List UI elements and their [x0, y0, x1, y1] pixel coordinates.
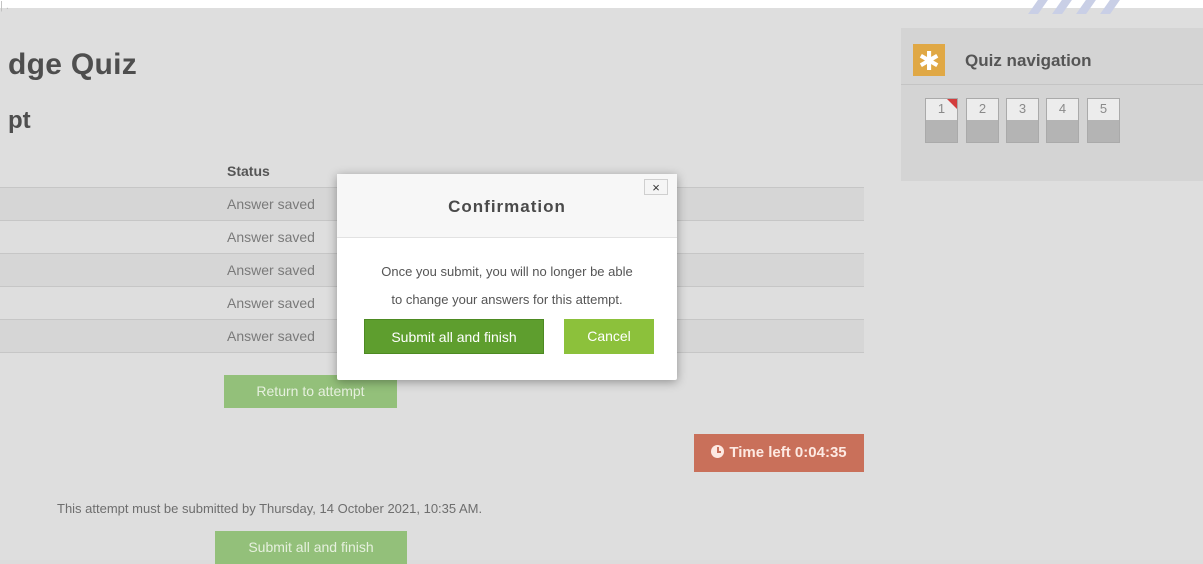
question-button-1[interactable]: 1 — [925, 98, 958, 143]
question-button-3[interactable]: 3 — [1006, 98, 1039, 143]
status-cell: Answer saved — [227, 196, 315, 212]
question-number: 2 — [978, 101, 987, 116]
page-background: | . dge Quiz pt Status Answer saved Answ… — [0, 0, 1203, 564]
close-icon[interactable]: × — [644, 179, 668, 195]
asterisk-icon: ✱ — [913, 44, 945, 76]
quiz-navigation-panel: ✱ Quiz navigation 1 2 3 4 5 — [901, 28, 1203, 181]
question-button-4[interactable]: 4 — [1046, 98, 1079, 143]
dialog-title: Confirmation — [448, 197, 566, 216]
quiz-navigation-title: Quiz navigation — [965, 51, 1092, 70]
question-number: 4 — [1058, 101, 1067, 116]
dialog-message-line1: Once you submit, you will no longer be a… — [381, 264, 633, 279]
cancel-button[interactable]: Cancel — [564, 319, 654, 354]
dialog-message-line2: to change your answers for this attempt. — [391, 292, 623, 307]
confirm-submit-button[interactable]: Submit all and finish — [364, 319, 544, 354]
dialog-header: Confirmation × — [337, 174, 677, 238]
divider — [901, 84, 1203, 85]
question-status-fill — [926, 120, 957, 142]
question-status-fill — [1047, 120, 1078, 142]
time-left-badge: Time left 0:04:35 — [694, 434, 864, 472]
header-decoration — [1023, 0, 1143, 14]
question-number: 3 — [1018, 101, 1027, 116]
status-cell: Answer saved — [227, 328, 315, 344]
question-status-fill — [1007, 120, 1038, 142]
clock-icon — [711, 445, 725, 458]
submission-deadline-text: This attempt must be submitted by Thursd… — [57, 501, 483, 516]
status-column-header: Status — [227, 163, 270, 179]
status-cell: Answer saved — [227, 295, 315, 311]
question-status-fill — [1088, 120, 1119, 142]
top-strip: | . — [0, 0, 1203, 14]
status-cell: Answer saved — [227, 229, 315, 245]
attempt-heading: pt — [8, 107, 31, 134]
time-left-text: Time left 0:04:35 — [729, 444, 847, 461]
breadcrumb: | . — [0, 0, 9, 12]
status-cell: Answer saved — [227, 262, 315, 278]
flag-icon — [947, 99, 957, 109]
question-status-fill — [967, 120, 998, 142]
question-button-5[interactable]: 5 — [1087, 98, 1120, 143]
confirmation-dialog: Confirmation × Once you submit, you will… — [337, 174, 677, 380]
question-number: 5 — [1099, 101, 1108, 116]
quiz-title: dge Quiz — [8, 48, 138, 81]
question-button-2[interactable]: 2 — [966, 98, 999, 143]
submit-all-and-finish-button[interactable]: Submit all and finish — [215, 531, 407, 564]
